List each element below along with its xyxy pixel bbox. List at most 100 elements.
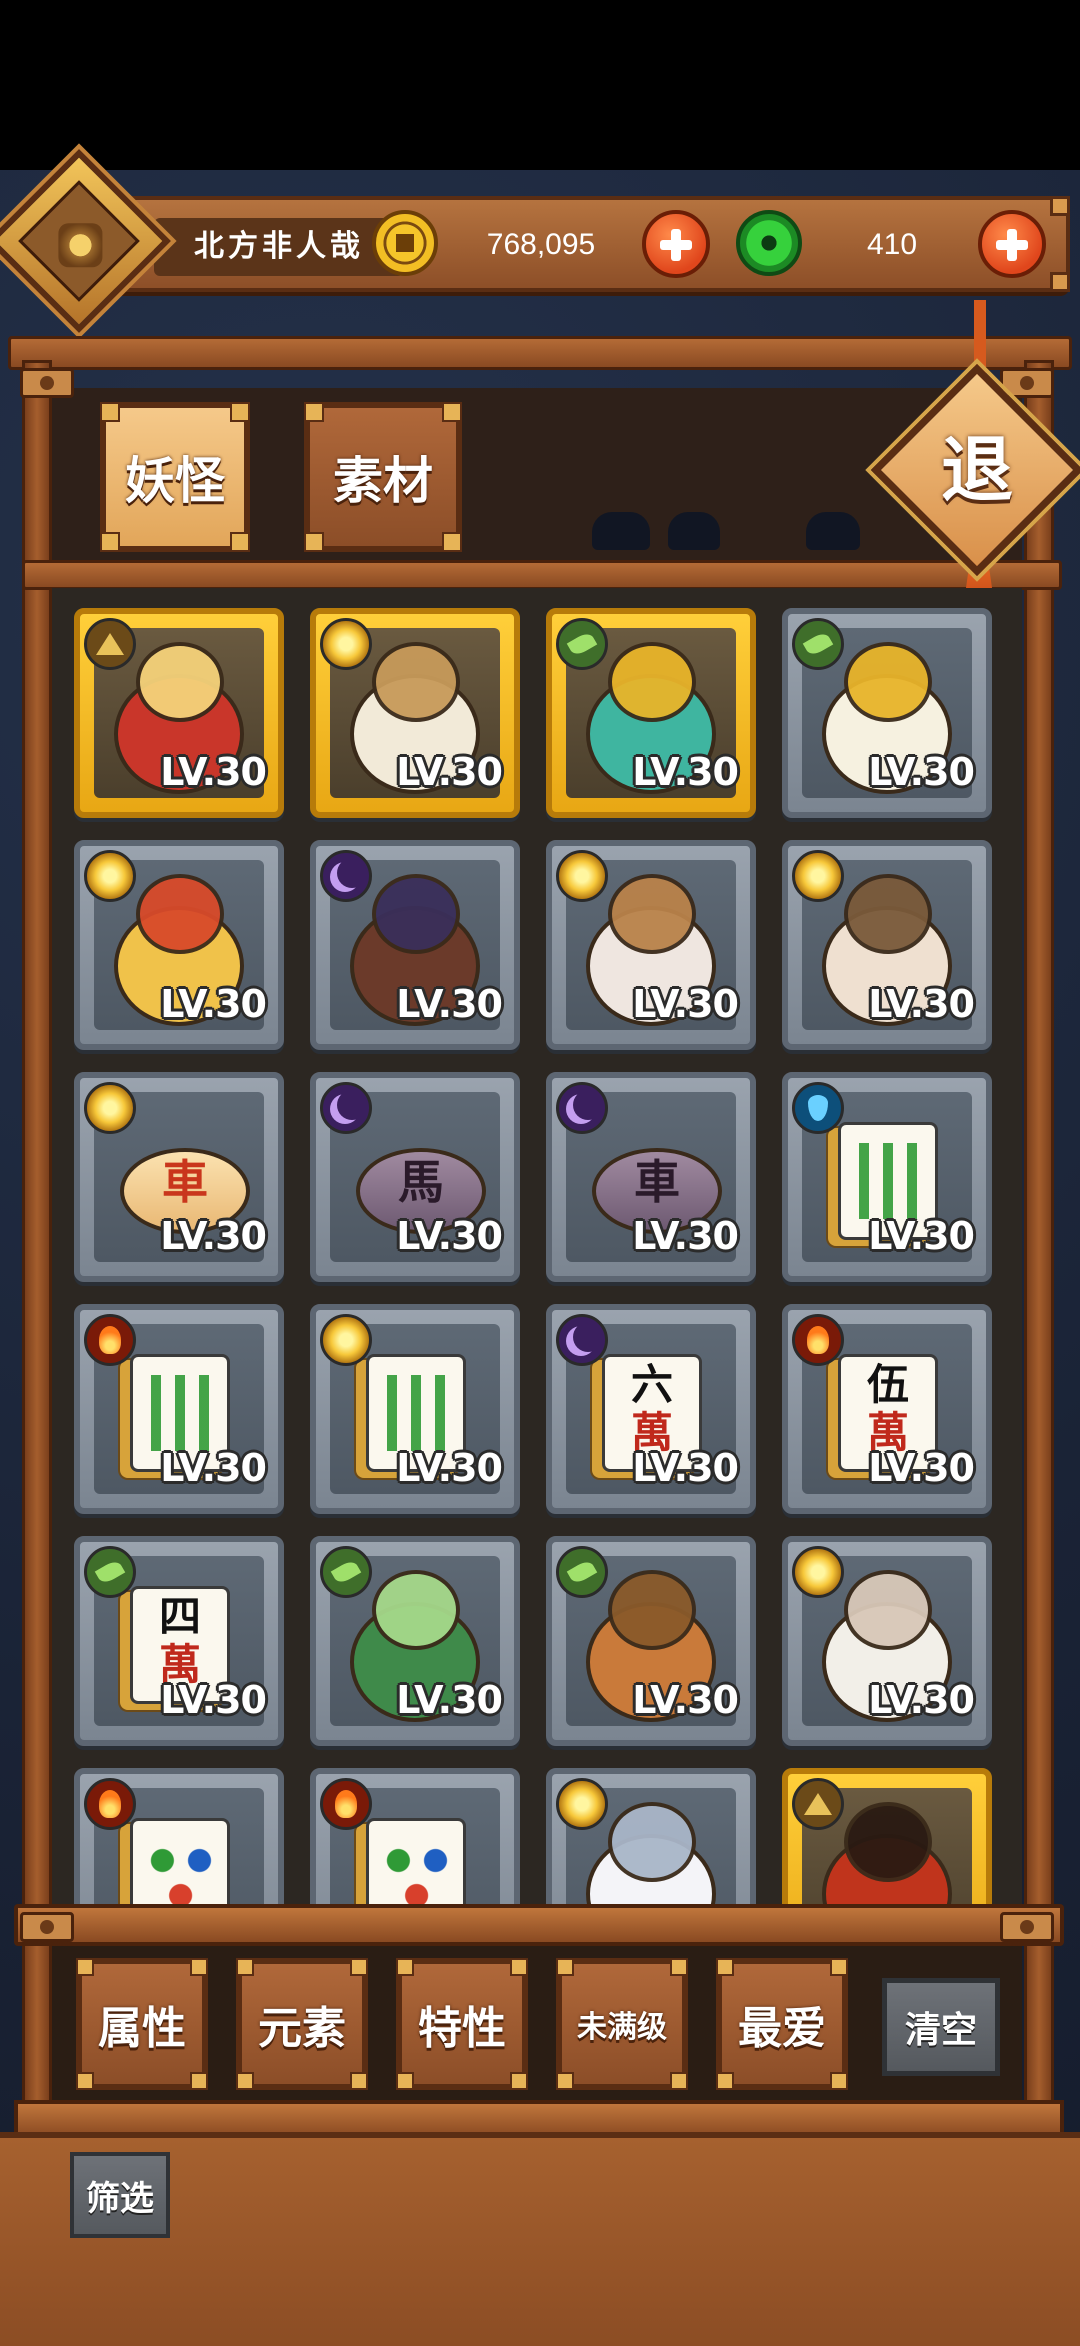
monster-card[interactable]: [546, 1768, 756, 1910]
shadow-creature: [668, 512, 720, 550]
monster-level: LV.30: [868, 750, 975, 794]
monster-level: LV.30: [160, 1214, 267, 1258]
corner-deco: [670, 2072, 688, 2090]
monster-card[interactable]: 六萬 LV.30: [546, 1304, 756, 1514]
monster-level: LV.30: [632, 1214, 739, 1258]
tab-monsters[interactable]: 妖怪: [100, 402, 250, 552]
monster-card[interactable]: LV.30: [310, 1536, 520, 1746]
monster-card[interactable]: [310, 1768, 520, 1910]
add-gold-button[interactable]: [642, 210, 710, 278]
moon-element-icon: [556, 1314, 608, 1366]
corner-deco: [396, 1958, 414, 1976]
monster-card[interactable]: LV.30: [74, 840, 284, 1050]
left-post: [22, 360, 52, 2120]
tab-label: 素材: [333, 452, 433, 510]
monster-card[interactable]: 馬 LV.30: [310, 1072, 520, 1282]
tile-number: 四: [158, 1592, 201, 1641]
sun-element-icon: [320, 618, 372, 670]
status-bar-area: [0, 0, 1080, 170]
bar-nail: [1050, 196, 1070, 216]
corner-deco: [350, 1958, 368, 1976]
monster-card[interactable]: LV.30: [310, 1304, 520, 1514]
jade-amount: 410: [866, 228, 918, 261]
exit-button[interactable]: 退: [902, 395, 1052, 545]
filter-label: 特性: [418, 2003, 506, 2054]
corner-deco: [230, 532, 250, 552]
chess-glyph: 車: [162, 1155, 208, 1209]
clear-button[interactable]: 清空: [882, 1978, 1000, 2076]
monster-card[interactable]: LV.30: [782, 840, 992, 1050]
sun-element-icon: [84, 1082, 136, 1134]
corner-deco: [76, 2072, 94, 2090]
tab-materials[interactable]: 素材: [304, 402, 462, 552]
monster-card[interactable]: [74, 1768, 284, 1910]
moon-element-icon: [320, 1082, 372, 1134]
avatar-frame: [18, 180, 140, 302]
filter-button[interactable]: 最爱: [716, 1958, 848, 2090]
chess-glyph: 車: [634, 1155, 680, 1209]
filter-label: 元素: [258, 2003, 346, 2054]
monster-card[interactable]: LV.30: [782, 1536, 992, 1746]
monster-level: LV.30: [396, 1678, 503, 1722]
leaf-element-icon: [320, 1546, 372, 1598]
chess-glyph: 馬: [398, 1155, 444, 1209]
monster-card[interactable]: LV.30: [310, 840, 520, 1050]
earth-element-icon: [792, 1778, 844, 1830]
monster-card[interactable]: LV.30: [74, 608, 284, 818]
corner-deco: [76, 1958, 94, 1976]
frame-knob: [20, 1912, 74, 1942]
add-jade-button[interactable]: [978, 210, 1046, 278]
corner-deco: [304, 402, 324, 422]
filter-top-beam: [14, 1904, 1064, 1946]
monster-card[interactable]: LV.30: [74, 1304, 284, 1514]
filter-button[interactable]: 元素: [236, 1958, 368, 2090]
corner-deco: [556, 1958, 574, 1976]
monster-level: LV.30: [632, 1446, 739, 1490]
monster-card[interactable]: 車 LV.30: [74, 1072, 284, 1282]
sun-element-icon: [84, 850, 136, 902]
fire-element-icon: [320, 1778, 372, 1830]
monster-card[interactable]: LV.30: [546, 608, 756, 818]
player-name: 北方非人哉: [154, 218, 404, 276]
tile-number: 伍: [866, 1360, 909, 1409]
monster-level: LV.30: [160, 1446, 267, 1490]
filter-button[interactable]: 未满级: [556, 1958, 688, 2090]
monster-grid: LV.30 LV.30 LV.30 LV.30 LV.30 LV.30 LV.30 LV.30…: [52, 588, 1022, 1910]
monster-card[interactable]: LV.30: [546, 840, 756, 1050]
monster-card[interactable]: 四萬 LV.30: [74, 1536, 284, 1746]
corner-deco: [556, 2072, 574, 2090]
corner-deco: [442, 402, 462, 422]
corner-deco: [442, 532, 462, 552]
filter-button[interactable]: 特性: [396, 1958, 528, 2090]
corner-deco: [396, 2072, 414, 2090]
frame-knob: [20, 368, 74, 398]
monster-card[interactable]: LV.30: [782, 1072, 992, 1282]
monster-card[interactable]: 車 LV.30: [546, 1072, 756, 1282]
filter-label: 最爱: [738, 2003, 826, 2054]
jade-coin-icon: [736, 210, 802, 276]
corner-deco: [716, 2072, 734, 2090]
screen-filter-button[interactable]: 筛选: [70, 2152, 170, 2238]
monster-level: LV.30: [632, 982, 739, 1026]
monster-card[interactable]: LV.30: [310, 608, 520, 818]
filter-button[interactable]: 属性: [76, 1958, 208, 2090]
corner-deco: [236, 2072, 254, 2090]
leaf-element-icon: [792, 618, 844, 670]
shadow-creature: [592, 512, 650, 550]
monster-level: LV.30: [868, 1214, 975, 1258]
monster-level: LV.30: [160, 982, 267, 1026]
top-beam: [8, 336, 1072, 370]
leaf-element-icon: [556, 618, 608, 670]
monster-level: LV.30: [868, 982, 975, 1026]
tab-label: 妖怪: [125, 452, 225, 510]
bar-nail: [1050, 272, 1070, 292]
corner-deco: [670, 1958, 688, 1976]
monster-card[interactable]: LV.30: [782, 608, 992, 818]
monster-level: LV.30: [396, 750, 503, 794]
monster-card[interactable]: [782, 1768, 992, 1910]
monster-level: LV.30: [396, 1446, 503, 1490]
monster-card[interactable]: LV.30: [546, 1536, 756, 1746]
monster-card[interactable]: 伍萬 LV.30: [782, 1304, 992, 1514]
corner-deco: [190, 1958, 208, 1976]
monster-level: LV.30: [160, 1678, 267, 1722]
